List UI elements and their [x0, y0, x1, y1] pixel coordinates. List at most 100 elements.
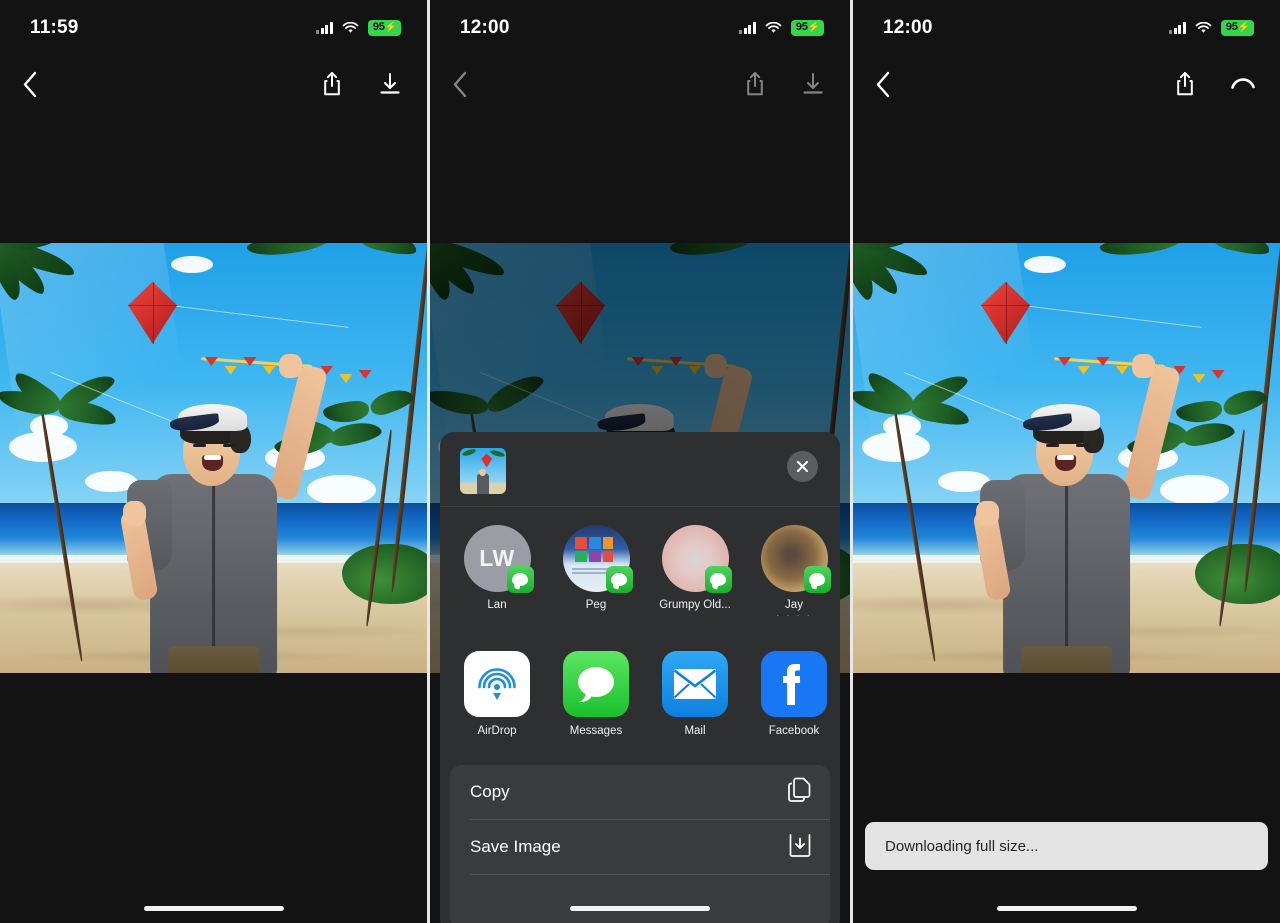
shirt-placket — [211, 480, 215, 673]
mail-icon — [662, 651, 728, 717]
download-toast: Downloading full size... — [865, 822, 1268, 870]
share-icon[interactable] — [319, 70, 345, 98]
home-indicator[interactable] — [996, 906, 1137, 911]
avatar — [562, 525, 633, 593]
contact-item[interactable]: Peg — [559, 525, 633, 621]
eye — [192, 444, 206, 447]
beach-kite-illustration — [853, 243, 1280, 673]
home-indicator[interactable] — [570, 906, 710, 911]
share-icon[interactable] — [742, 70, 768, 98]
nav-actions — [1172, 70, 1256, 98]
status-indicators: 95 ⚡ — [316, 20, 401, 36]
status-clock: 12:00 — [460, 17, 510, 38]
contact-name: Grumpy Old... — [659, 599, 731, 611]
home-indicator[interactable] — [143, 906, 284, 911]
contacts-row[interactable]: LW Lan Peg Grumpy Old... Jay · · · · — [440, 507, 840, 629]
contact-subtitle: · · · · — [776, 610, 812, 621]
action-row-partial[interactable] — [450, 875, 830, 923]
share-icon[interactable] — [1172, 70, 1198, 98]
fist — [279, 353, 302, 379]
app-item-facebook[interactable]: Facebook — [757, 651, 831, 737]
actions-list: Copy Save Image — [450, 765, 830, 923]
wifi-icon — [765, 22, 782, 34]
app-item-mail[interactable]: Mail — [658, 651, 732, 737]
action-row-copy[interactable]: Copy — [450, 765, 830, 819]
messages-badge-icon — [803, 566, 831, 593]
charging-bolt-icon: ⚡ — [807, 21, 820, 33]
kite — [128, 281, 178, 344]
status-clock: 11:59 — [30, 17, 79, 38]
panel-viewer: 11:59 95 ⚡ — [0, 0, 427, 923]
action-label: Copy — [470, 782, 510, 801]
nav-actions — [742, 70, 826, 98]
download-icon[interactable] — [800, 70, 826, 98]
app-item-airdrop[interactable]: AirDrop — [460, 651, 534, 737]
panel-share-sheet: 12:00 95 ⚡ LW Lan Peg Grumpy Old... Jay … — [430, 0, 850, 923]
avatar — [661, 525, 732, 593]
three-panel-screenshot-strip: 11:59 95 ⚡ 12:00 95 ⚡ LW Lan Peg Grumpy … — [0, 0, 1280, 923]
palm-tree — [0, 243, 85, 312]
cellular-signal-icon — [739, 22, 756, 34]
download-icon[interactable] — [377, 70, 403, 98]
nav-bar — [0, 56, 427, 112]
nav-bar — [430, 56, 850, 112]
image-viewport[interactable] — [853, 243, 1280, 673]
back-chevron-icon[interactable] — [452, 69, 478, 99]
charging-bolt-icon: ⚡ — [384, 21, 397, 33]
app-label: Mail — [684, 725, 706, 737]
beach-kite-illustration — [0, 243, 427, 673]
battery-indicator: 95 ⚡ — [790, 20, 824, 36]
apps-row[interactable]: AirDrop Messages Mail Facebook — [440, 629, 840, 747]
shared-item-thumbnail[interactable] — [460, 448, 506, 494]
back-chevron-icon[interactable] — [22, 69, 48, 99]
shorts — [168, 645, 259, 673]
facebook-icon — [761, 651, 827, 717]
nav-bar — [853, 56, 1280, 112]
contact-item[interactable]: LW Lan — [460, 525, 534, 621]
palm-tree — [322, 384, 427, 454]
avatar: LW — [463, 525, 534, 593]
share-sheet: LW Lan Peg Grumpy Old... Jay · · · · Air… — [440, 432, 840, 923]
loading-spinner-icon — [1230, 70, 1256, 98]
status-clock: 12:00 — [883, 17, 933, 38]
app-label: AirDrop — [477, 725, 517, 737]
battery-level: 95 — [372, 21, 385, 34]
save-image-icon — [788, 832, 812, 863]
messages-badge-icon — [605, 566, 633, 593]
nav-actions — [319, 70, 403, 98]
app-label: Messages — [569, 725, 623, 737]
contact-item[interactable]: Jay · · · · — [757, 525, 831, 621]
palm-tree — [0, 367, 118, 662]
eye — [222, 444, 236, 447]
copy-icon — [788, 777, 812, 808]
battery-level: 95 — [795, 21, 808, 34]
battery-indicator: 95 ⚡ — [1220, 20, 1254, 36]
contact-item[interactable]: Grumpy Old... — [658, 525, 732, 621]
status-bar: 12:00 95 ⚡ — [430, 0, 850, 56]
cellular-signal-icon — [1169, 22, 1186, 34]
status-indicators: 95 ⚡ — [739, 20, 824, 36]
close-icon[interactable] — [787, 451, 818, 482]
fist — [123, 501, 146, 526]
charging-bolt-icon: ⚡ — [1237, 21, 1250, 33]
share-sheet-header — [440, 432, 840, 506]
back-chevron-icon[interactable] — [875, 69, 901, 99]
action-row-save-image[interactable]: Save Image — [450, 820, 830, 874]
messages-icon — [563, 651, 629, 717]
messages-badge-icon — [704, 566, 732, 593]
airdrop-icon — [464, 651, 530, 717]
contact-name: Peg — [585, 599, 607, 611]
person-figure — [119, 353, 329, 673]
toast-message: Downloading full size... — [885, 837, 1039, 855]
cellular-signal-icon — [316, 22, 333, 34]
palm-tree — [245, 243, 427, 593]
status-indicators: 95 ⚡ — [1169, 20, 1254, 36]
wifi-icon — [1195, 22, 1212, 34]
contact-name: Lan — [487, 599, 507, 611]
status-bar: 12:00 95 ⚡ — [853, 0, 1280, 56]
app-item-messages[interactable]: Messages — [559, 651, 633, 737]
avatar — [760, 525, 831, 593]
battery-indicator: 95 ⚡ — [367, 20, 401, 36]
image-viewport[interactable] — [0, 243, 427, 673]
panel-downloading: 12:00 95 ⚡ Downloading full size... — [853, 0, 1280, 923]
